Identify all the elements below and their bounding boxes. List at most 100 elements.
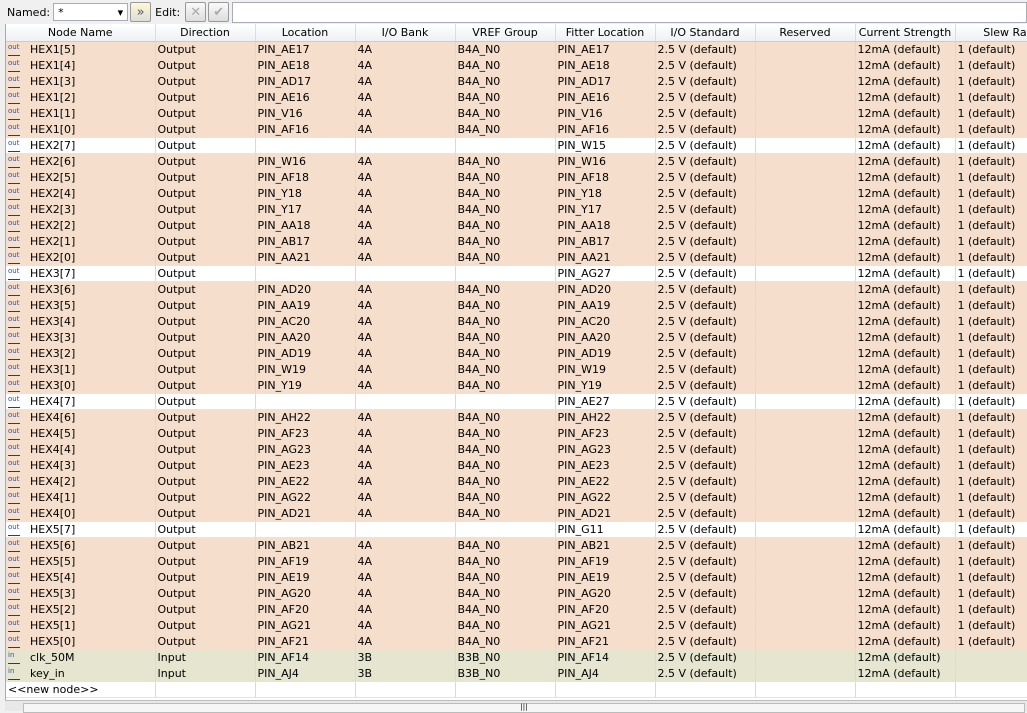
- direction-cell[interactable]: Output: [155, 409, 256, 426]
- fitter-location-cell[interactable]: PIN_AJ4: [555, 665, 656, 682]
- direction-cell[interactable]: Output: [155, 153, 256, 170]
- slew-rate-cell[interactable]: 1 (default): [955, 57, 1027, 74]
- slew-rate-cell[interactable]: 1 (default): [955, 137, 1027, 154]
- io-bank-cell[interactable]: 4A: [355, 89, 456, 106]
- location-cell[interactable]: PIN_AE19: [255, 569, 356, 586]
- io-bank-cell[interactable]: 4A: [355, 57, 456, 74]
- reserved-cell[interactable]: [755, 665, 856, 682]
- reserved-cell[interactable]: [755, 473, 856, 490]
- table-row[interactable]: out HEX1[1] Output PIN_V16 4A B4A_N0 PIN_V16 2.…: [6, 105, 1027, 122]
- horizontal-scrollbar[interactable]: |||: [5, 700, 1027, 713]
- current-strength-cell[interactable]: 12mA (default): [855, 217, 956, 234]
- io-bank-cell[interactable]: 3B: [355, 665, 456, 682]
- vref-group-cell[interactable]: B4A_N0: [455, 617, 556, 634]
- slew-rate-cell[interactable]: 1 (default): [955, 425, 1027, 442]
- fitter-location-cell[interactable]: PIN_AE16: [555, 89, 656, 106]
- reserved-cell[interactable]: [755, 521, 856, 538]
- fitter-location-cell[interactable]: PIN_AF18: [555, 169, 656, 186]
- io-standard-cell[interactable]: 2.5 V (default): [655, 41, 756, 58]
- current-strength-cell[interactable]: 12mA (default): [855, 121, 956, 138]
- io-standard-cell[interactable]: 2.5 V (default): [655, 73, 756, 90]
- io-bank-cell[interactable]: 4A: [355, 585, 456, 602]
- io-bank-cell[interactable]: 4A: [355, 473, 456, 490]
- reserved-cell[interactable]: [755, 137, 856, 154]
- vref-group-cell[interactable]: B4A_N0: [455, 89, 556, 106]
- reserved-cell[interactable]: [755, 489, 856, 506]
- direction-cell[interactable]: Output: [155, 329, 256, 346]
- io-standard-cell[interactable]: 2.5 V (default): [655, 313, 756, 330]
- fitter-location-cell[interactable]: PIN_AA20: [555, 329, 656, 346]
- table-row[interactable]: out HEX4[6] Output PIN_AH22 4A B4A_N0 PIN_AH22…: [6, 409, 1027, 426]
- io-bank-cell[interactable]: 4A: [355, 569, 456, 586]
- direction-cell[interactable]: Output: [155, 297, 256, 314]
- location-cell[interactable]: PIN_Y19: [255, 377, 356, 394]
- slew-rate-cell[interactable]: 1 (default): [955, 377, 1027, 394]
- vref-group-cell[interactable]: B4A_N0: [455, 633, 556, 650]
- io-bank-cell[interactable]: 4A: [355, 281, 456, 298]
- table-row[interactable]: out HEX3[1] Output PIN_W19 4A B4A_N0 PIN_W19 2.…: [6, 361, 1027, 378]
- empty-cell[interactable]: [955, 681, 1027, 698]
- direction-cell[interactable]: Output: [155, 377, 256, 394]
- io-standard-cell[interactable]: 2.5 V (default): [655, 217, 756, 234]
- node-name-cell[interactable]: out HEX4[4]: [6, 441, 156, 458]
- location-cell[interactable]: PIN_AG21: [255, 617, 356, 634]
- vref-group-cell[interactable]: B4A_N0: [455, 345, 556, 362]
- node-name-cell[interactable]: out HEX4[0]: [6, 505, 156, 522]
- io-bank-cell[interactable]: [355, 137, 456, 154]
- current-strength-cell[interactable]: 12mA (default): [855, 489, 956, 506]
- vref-group-cell[interactable]: B4A_N0: [455, 185, 556, 202]
- slew-rate-cell[interactable]: 1 (default): [955, 153, 1027, 170]
- reserved-cell[interactable]: [755, 553, 856, 570]
- reserved-cell[interactable]: [755, 281, 856, 298]
- location-cell[interactable]: PIN_AG22: [255, 489, 356, 506]
- vref-group-cell[interactable]: B4A_N0: [455, 281, 556, 298]
- slew-rate-cell[interactable]: 1 (default): [955, 521, 1027, 538]
- reserved-cell[interactable]: [755, 41, 856, 58]
- direction-cell[interactable]: Output: [155, 537, 256, 554]
- slew-rate-cell[interactable]: 1 (default): [955, 89, 1027, 106]
- io-bank-cell[interactable]: 4A: [355, 105, 456, 122]
- io-bank-cell[interactable]: 4A: [355, 457, 456, 474]
- io-bank-cell[interactable]: 3B: [355, 649, 456, 666]
- node-name-cell[interactable]: out HEX5[2]: [6, 601, 156, 618]
- vref-group-cell[interactable]: B4A_N0: [455, 537, 556, 554]
- io-bank-cell[interactable]: 4A: [355, 185, 456, 202]
- fitter-location-cell[interactable]: PIN_W19: [555, 361, 656, 378]
- io-bank-cell[interactable]: [355, 393, 456, 410]
- fitter-location-cell[interactable]: PIN_Y19: [555, 377, 656, 394]
- io-standard-cell[interactable]: 2.5 V (default): [655, 201, 756, 218]
- current-strength-cell[interactable]: 12mA (default): [855, 665, 956, 682]
- current-strength-cell[interactable]: 12mA (default): [855, 441, 956, 458]
- slew-rate-cell[interactable]: 1 (default): [955, 361, 1027, 378]
- io-standard-cell[interactable]: 2.5 V (default): [655, 665, 756, 682]
- location-cell[interactable]: [255, 521, 356, 538]
- direction-cell[interactable]: Output: [155, 553, 256, 570]
- location-cell[interactable]: [255, 393, 356, 410]
- current-strength-cell[interactable]: 12mA (default): [855, 57, 956, 74]
- reserved-cell[interactable]: [755, 121, 856, 138]
- table-row[interactable]: out HEX3[0] Output PIN_Y19 4A B4A_N0 PIN_Y19 2.…: [6, 377, 1027, 394]
- node-name-cell[interactable]: in clk_50M: [6, 649, 156, 666]
- location-cell[interactable]: PIN_AE17: [255, 41, 356, 58]
- fitter-location-cell[interactable]: PIN_AA18: [555, 217, 656, 234]
- table-row[interactable]: out HEX2[2] Output PIN_AA18 4A B4A_N0 PIN_AA18…: [6, 217, 1027, 234]
- vref-group-cell[interactable]: B4A_N0: [455, 121, 556, 138]
- location-cell[interactable]: PIN_AG20: [255, 585, 356, 602]
- empty-cell[interactable]: [355, 681, 456, 698]
- current-strength-cell[interactable]: 12mA (default): [855, 297, 956, 314]
- current-strength-cell[interactable]: 12mA (default): [855, 473, 956, 490]
- location-cell[interactable]: PIN_AD17: [255, 73, 356, 90]
- fitter-location-cell[interactable]: PIN_AC20: [555, 313, 656, 330]
- io-standard-cell[interactable]: 2.5 V (default): [655, 441, 756, 458]
- direction-cell[interactable]: Output: [155, 617, 256, 634]
- fitter-location-cell[interactable]: PIN_W16: [555, 153, 656, 170]
- table-row[interactable]: out HEX5[4] Output PIN_AE19 4A B4A_N0 PIN_AE19…: [6, 569, 1027, 586]
- column-header[interactable]: I/O Standard: [655, 24, 756, 42]
- reserved-cell[interactable]: [755, 425, 856, 442]
- reserved-cell[interactable]: [755, 57, 856, 74]
- reserved-cell[interactable]: [755, 329, 856, 346]
- current-strength-cell[interactable]: 12mA (default): [855, 249, 956, 266]
- slew-rate-cell[interactable]: 1 (default): [955, 569, 1027, 586]
- named-filter-combo[interactable]: * ▾: [53, 3, 129, 21]
- current-strength-cell[interactable]: 12mA (default): [855, 537, 956, 554]
